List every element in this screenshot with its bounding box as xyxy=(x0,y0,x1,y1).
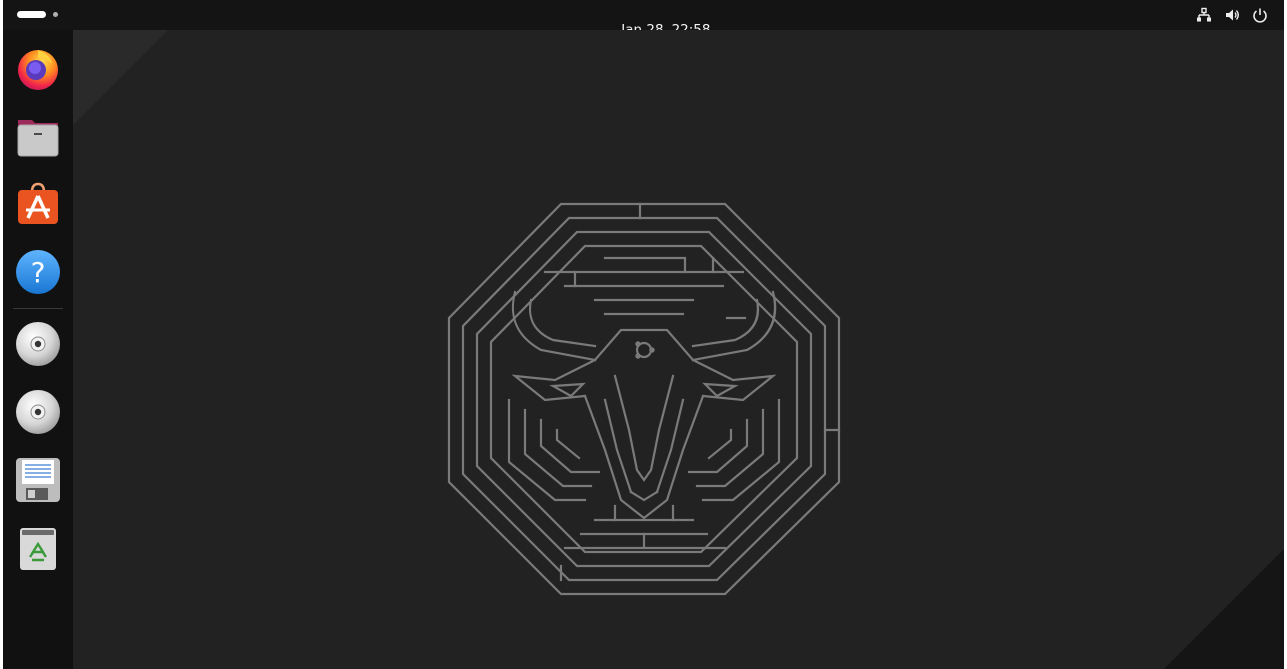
power-icon[interactable] xyxy=(1252,7,1268,23)
dock-separator xyxy=(13,308,63,309)
app-center-icon xyxy=(18,182,58,224)
firefox-icon xyxy=(18,50,58,90)
activities-button[interactable] xyxy=(17,11,58,19)
screen: Jan 2822:58 xyxy=(3,0,1284,669)
trash-icon xyxy=(20,528,56,570)
folder-icon xyxy=(17,120,59,157)
dock-item-trash[interactable] xyxy=(14,524,62,572)
svg-text:?: ? xyxy=(31,256,46,289)
optical-disc-icon xyxy=(16,322,60,366)
dock-item-firefox[interactable] xyxy=(14,44,62,92)
optical-disc-icon xyxy=(16,390,60,434)
volume-icon[interactable] xyxy=(1224,7,1240,23)
floppy-disk-icon xyxy=(16,458,60,502)
wallpaper-corner-highlight xyxy=(73,30,168,125)
desktop[interactable] xyxy=(73,30,1284,669)
dock-item-disc-2[interactable] xyxy=(14,388,62,436)
dock-item-help[interactable]: ? xyxy=(14,248,62,296)
system-tray[interactable] xyxy=(1196,6,1268,24)
dock-item-floppy[interactable] xyxy=(14,456,62,504)
workspace-indicator-active[interactable] xyxy=(17,11,46,18)
workspace-indicator[interactable] xyxy=(53,12,58,17)
network-icon[interactable] xyxy=(1196,7,1212,23)
wallpaper-corner-shadow xyxy=(1164,549,1284,669)
dock: ? xyxy=(3,30,73,669)
help-icon: ? xyxy=(16,250,60,294)
dock-item-disc-1[interactable] xyxy=(14,320,62,368)
ubuntu-numbat-wallpaper-icon xyxy=(447,202,841,596)
top-bar: Jan 2822:58 xyxy=(3,0,1284,38)
dock-item-app-center[interactable] xyxy=(14,180,62,228)
dock-item-files[interactable] xyxy=(14,112,62,160)
